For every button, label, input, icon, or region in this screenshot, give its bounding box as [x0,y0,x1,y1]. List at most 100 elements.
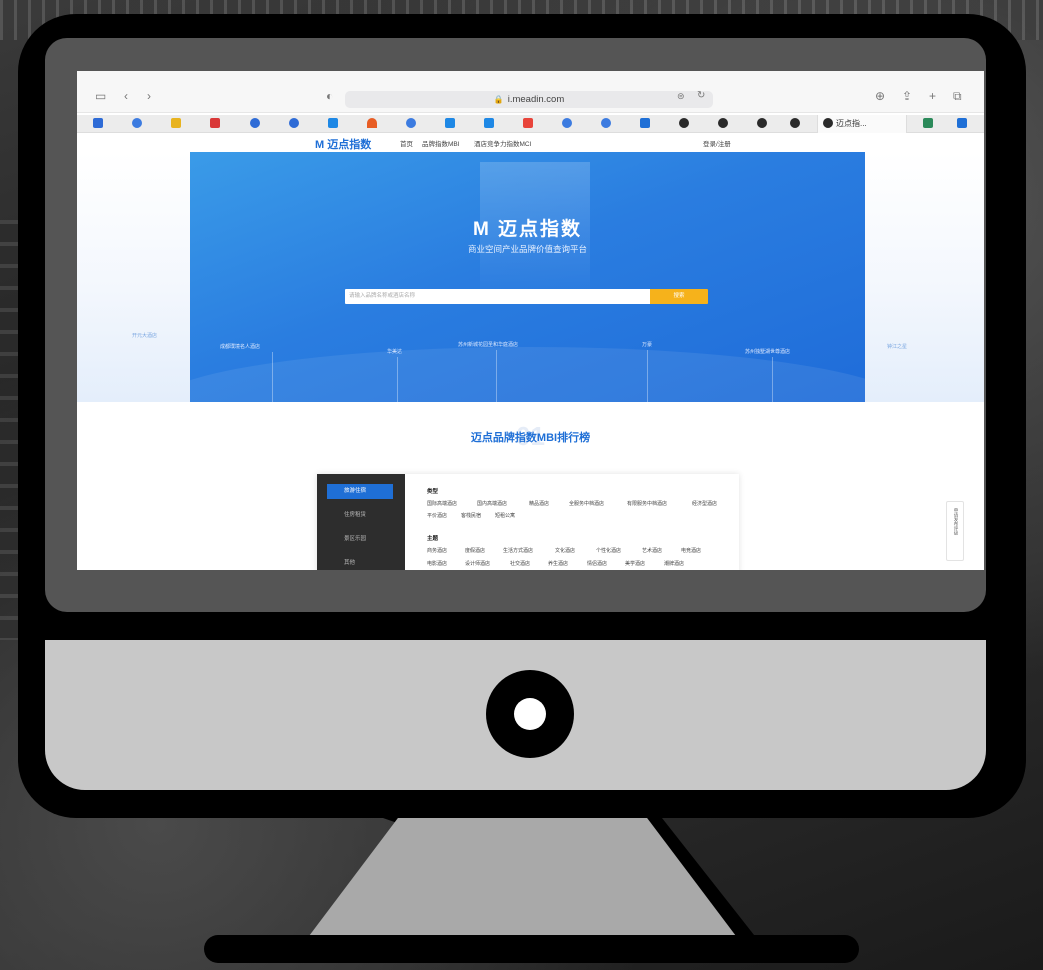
tag-link[interactable]: 经济型酒店 [692,500,717,507]
forward-icon[interactable]: › [147,90,151,102]
active-tab[interactable]: 迈点指... [817,115,907,133]
new-tab-icon[interactable]: + [929,90,936,102]
tag-link[interactable]: 社交酒店 [510,560,530,567]
tab-favicon[interactable] [790,118,800,128]
category-other[interactable]: 其他 [327,556,393,570]
tag-link[interactable]: 电竞酒店 [681,547,701,554]
ranking-panel: 旅游住宿 住房租赁 景区乐园 其他 类型 国际高端酒店 国内高端酒店 精品酒店 … [317,474,739,570]
tab-favicon[interactable] [679,118,689,128]
site-logo[interactable]: M 迈点指数 [315,136,371,152]
tag-link[interactable]: 电影酒店 [427,560,447,567]
tag-link[interactable]: 文化酒店 [555,547,575,554]
tab-favicon[interactable] [445,118,455,128]
tabs-overview-icon[interactable]: ⧉ [953,90,962,102]
category-travel[interactable]: 旅游住宿 [327,484,393,499]
tab-favicon[interactable] [210,118,220,128]
tab-favicon[interactable] [562,118,572,128]
map-pin-line [397,357,398,402]
hero-banner: M 迈点指数 商业空间产业品牌价值查询平台 请输入品牌名称或酒店名称 搜索 成都… [190,152,865,402]
tag-link[interactable]: 设计师酒店 [465,560,490,567]
map-pin-label[interactable]: 万豪 [642,341,652,348]
tab-favicon[interactable] [640,118,650,128]
tab-favicon[interactable] [757,118,767,128]
map-pin-label[interactable]: 华美达 [387,348,402,355]
tag-link[interactable]: 有限服务中档酒店 [627,500,667,507]
category-sidebar: 旅游住宿 住房租赁 景区乐园 其他 [317,474,405,570]
tab-favicon[interactable] [93,118,103,128]
tag-link[interactable]: 个性化酒店 [596,547,621,554]
tag-link[interactable]: 短租公寓 [495,512,515,519]
download-icon[interactable]: ⊕ [875,90,885,102]
tag-link[interactable]: 艺术酒店 [642,547,662,554]
shield-icon[interactable]: ◐ [326,90,333,102]
tag-link[interactable]: 全服务中档酒店 [569,500,604,507]
map-pin-line [496,350,497,402]
tab-favicon[interactable] [328,118,338,128]
back-icon[interactable]: ‹ [124,90,128,102]
map-pin-label[interactable]: 成都璞境名人酒店 [220,343,260,350]
site-header: M 迈点指数 首页 品牌指数MBI 酒店竞争力指数MCI 登录/注册 [77,133,984,152]
nav-mbi[interactable]: 品牌指数MBI [422,138,460,148]
screen: ▭ ‹ › ◐ 🔒 i.meadin.com ⊜ ↻ ⊕ ⇪ + ⧉ 迈点指..… [77,71,984,570]
apply-rating-tab[interactable]: 申请发布评级 [946,501,964,561]
map-pin-line [647,350,648,402]
url-text: 🔒 i.meadin.com [345,91,713,108]
tab-favicon [823,118,833,128]
nav-home[interactable]: 首页 [400,138,413,148]
share-icon[interactable]: ⇪ [902,90,912,102]
category-scenic[interactable]: 景区乐园 [327,532,393,547]
url-value: i.meadin.com [507,94,565,105]
tag-link[interactable]: 平价酒店 [427,512,447,519]
translate-icon[interactable]: ⊜ [677,90,685,102]
group-title-type: 类型 [427,489,439,495]
tab-favicon[interactable] [957,118,967,128]
tag-link[interactable]: 国内高端酒店 [477,500,507,507]
map-pin-label[interactable]: 苏州新城花园圣和华庭酒店 [458,341,518,348]
tag-link[interactable]: 养生酒店 [548,560,568,567]
tag-link[interactable]: 客栈民宿 [461,512,481,519]
tab-favicon[interactable] [484,118,494,128]
hero-subtitle: 商业空间产业品牌价值查询平台 [467,244,587,254]
tag-link[interactable]: 精品酒店 [529,500,549,507]
tab-favicon[interactable] [718,118,728,128]
tab-bar: 迈点指... [77,115,984,133]
tag-link[interactable]: 潮牌酒店 [664,560,684,567]
address-bar[interactable]: 🔒 i.meadin.com [345,91,713,108]
category-rental[interactable]: 住房租赁 [327,508,393,523]
tab-favicon[interactable] [406,118,416,128]
power-button [514,698,546,730]
tag-link[interactable]: 商务酒店 [427,547,447,554]
sidebar-icon[interactable]: ▭ [95,90,106,102]
reload-icon[interactable]: ↻ [697,90,705,102]
login-link[interactable]: 登录/注册 [703,138,731,148]
tab-favicon[interactable] [132,118,142,128]
side-label-left[interactable]: 开元大酒店 [132,332,157,339]
tag-link[interactable]: 国际高端酒店 [427,500,457,507]
tab-favicon[interactable] [171,118,181,128]
tag-link[interactable]: 美学酒店 [625,560,645,567]
map-pin-line [272,352,273,402]
side-label-right[interactable]: 钟江之星 [887,343,907,350]
tab-favicon[interactable] [523,118,533,128]
search-input[interactable]: 请输入品牌名称或酒店名称 [345,289,650,304]
tab-favicon[interactable] [923,118,933,128]
search-button[interactable]: 搜索 [650,289,708,304]
nav-mci[interactable]: 酒店竞争力指数MCI [474,138,531,148]
group-title-theme: 主题 [427,536,439,542]
tag-link[interactable]: 生活方式酒店 [503,547,533,554]
hero-title: M 迈点指数 [472,219,583,240]
tag-link[interactable]: 情侣酒店 [587,560,607,567]
lock-icon: 🔒 [493,95,504,104]
section-title: 迈点品牌指数MBI排行榜 [470,432,591,444]
browser-toolbar: ▭ ‹ › ◐ 🔒 i.meadin.com ⊜ ↻ ⊕ ⇪ + ⧉ [77,71,984,113]
tab-favicon[interactable] [250,118,260,128]
tab-favicon[interactable] [601,118,611,128]
monitor-base [204,935,859,963]
active-tab-title: 迈点指... [836,119,867,128]
tab-favicon[interactable] [289,118,299,128]
tab-favicon[interactable] [367,118,377,128]
map-pin-label[interactable]: 苏州独墅湖世尊酒店 [745,348,790,355]
apply-rating-label: 申请发布评级 [954,508,959,535]
hero-wave [190,347,865,402]
tag-link[interactable]: 度假酒店 [465,547,485,554]
